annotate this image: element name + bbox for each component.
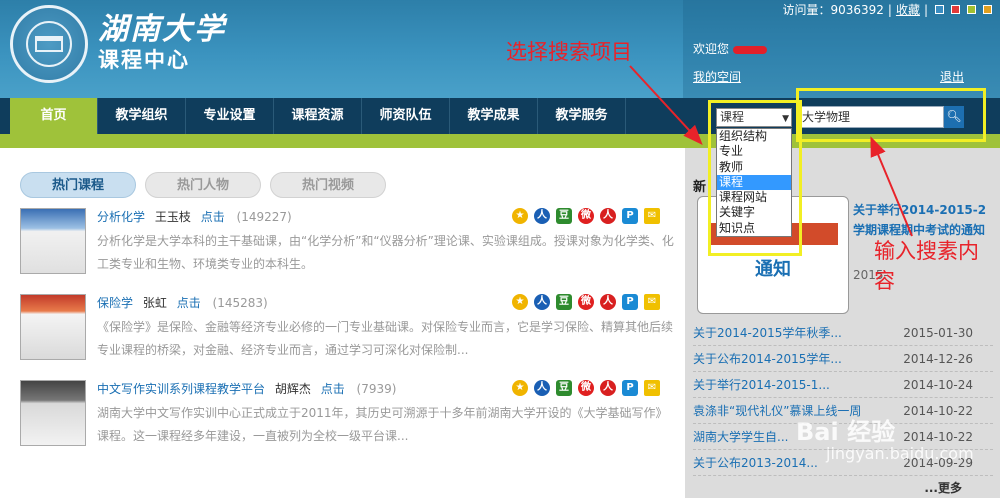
search-option-course[interactable]: 课程 — [717, 174, 791, 191]
watermark-logo: Bai 经验 — [796, 418, 896, 446]
search-option-course-site[interactable]: 课程网站 — [717, 190, 791, 205]
search-option-knowledge[interactable]: 知识点 — [717, 221, 791, 236]
watermark-url: jingyan.baidu.com — [826, 444, 974, 463]
search-option-org[interactable]: 组织结构 — [717, 129, 791, 144]
search-option-teacher[interactable]: 教师 — [717, 160, 791, 175]
search-option-keyword[interactable]: 关键字 — [717, 205, 791, 220]
search-type-dropdown: 组织结构 专业 教师 课程 课程网站 关键字 知识点 — [716, 128, 792, 238]
search-option-major[interactable]: 专业 — [717, 144, 791, 159]
